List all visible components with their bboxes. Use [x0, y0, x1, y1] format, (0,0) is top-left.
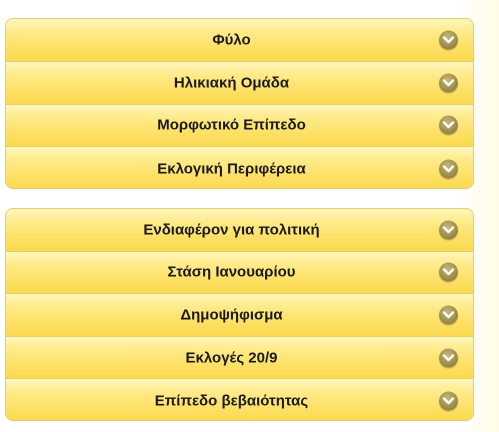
accordion-item-elections-20-9[interactable]: Εκλογές 20/9: [6, 336, 473, 380]
accordion-group-political: Ενδιαφέρον για πολιτική Στάση Ιανουαρίου…: [5, 208, 474, 421]
chevron-down-icon[interactable]: [439, 262, 458, 282]
accordion-item-january-stance[interactable]: Στάση Ιανουαρίου: [6, 251, 473, 295]
accordion-item-label: Ενδιαφέρον για πολιτική: [143, 221, 320, 239]
chevron-down-icon[interactable]: [439, 220, 458, 240]
accordion-item-education-level[interactable]: Μορφωτικό Επίπεδο: [6, 104, 473, 148]
accordion-group-demographics: Φύλο Ηλικιακή Ομάδα Μορφωτικό Επίπεδο Εκ…: [5, 18, 474, 189]
chevron-down-icon[interactable]: [439, 115, 458, 135]
accordion-item-label: Δημοψήφισμα: [180, 306, 283, 324]
accordion-item-age-group[interactable]: Ηλικιακή Ομάδα: [6, 61, 473, 105]
chevron-down-icon[interactable]: [439, 73, 458, 93]
chevron-down-icon[interactable]: [439, 391, 458, 411]
accordion-item-label: Μορφωτικό Επίπεδο: [157, 116, 306, 134]
accordion-item-label: Εκλογική Περιφέρεια: [157, 160, 306, 178]
accordion-item-electoral-district[interactable]: Εκλογική Περιφέρεια: [6, 147, 473, 188]
accordion-item-label: Ηλικιακή Ομάδα: [173, 74, 290, 92]
chevron-down-icon[interactable]: [439, 159, 458, 179]
accordion-item-certainty-level[interactable]: Επίπεδο βεβαιότητας: [6, 379, 473, 420]
accordion-item-gender[interactable]: Φύλο: [6, 19, 473, 62]
accordion-item-label: Επίπεδο βεβαιότητας: [154, 392, 309, 410]
accordion-item-label: Φύλο: [212, 31, 251, 49]
chevron-down-icon[interactable]: [439, 305, 458, 325]
chevron-down-icon[interactable]: [439, 30, 458, 50]
accordion-item-referendum[interactable]: Δημοψήφισμα: [6, 294, 473, 337]
chevron-down-icon[interactable]: [439, 348, 458, 368]
accordion-item-label: Εκλογές 20/9: [185, 349, 278, 367]
accordion-item-label: Στάση Ιανουαρίου: [167, 263, 296, 281]
accordion-item-political-interest[interactable]: Ενδιαφέρον για πολιτική: [6, 209, 473, 252]
